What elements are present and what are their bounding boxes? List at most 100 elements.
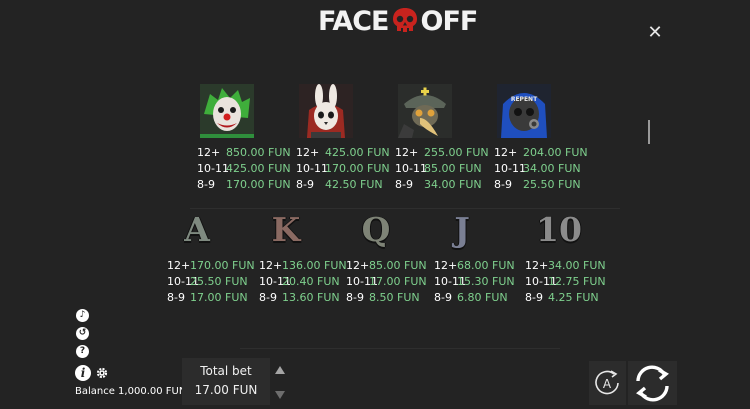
payout-value: 17.00 FUN: [190, 291, 248, 304]
paytable-row: 8-9 34.00 FUN: [395, 178, 482, 192]
symbol-count: 12+: [494, 146, 518, 159]
spin-icon: [636, 365, 669, 402]
repent-gasmask-symbol-icon: REPENT: [497, 84, 551, 138]
symbol-count: 10-11: [494, 162, 526, 175]
payout-value: 68.00 FUN: [457, 259, 515, 272]
paytable-row: 12+ 255.00 FUN: [395, 146, 489, 160]
autoplay-button[interactable]: A: [589, 361, 626, 405]
paytable-row: 8-9 13.60 FUN: [259, 291, 340, 305]
paytable-row: 10-11 170.00 FUN: [296, 162, 390, 176]
paytable-row: 8-9 4.25 FUN: [525, 291, 599, 305]
payout-value: 25.50 FUN: [523, 178, 581, 191]
paytable-row: 10-11 20.40 FUN: [259, 275, 340, 289]
letter-j-symbol: J: [454, 210, 470, 249]
letter-k-symbol: K: [271, 210, 301, 249]
payout-value: 6.80 FUN: [457, 291, 508, 304]
payout-value: 12.75 FUN: [548, 275, 606, 288]
paytable-row: 10-11 34.00 FUN: [494, 162, 581, 176]
close-icon[interactable]: ✕: [647, 24, 663, 42]
paytable-row: 8-9 8.50 FUN: [346, 291, 420, 305]
divider: [190, 208, 620, 209]
logo-text-right: OFF: [420, 5, 479, 37]
symbol-count: 10-11: [296, 162, 328, 175]
paytable-row: 10-11 85.00 FUN: [395, 162, 482, 176]
info-icon[interactable]: i: [75, 365, 91, 381]
plague-doctor-symbol-icon: [398, 84, 452, 138]
payout-value: 204.00 FUN: [523, 146, 588, 159]
payout-value: 20.40 FUN: [282, 275, 340, 288]
payout-value: 13.60 FUN: [282, 291, 340, 304]
help-icon[interactable]: ?: [76, 345, 89, 358]
total-bet-panel: Total bet 17.00 FUN: [182, 358, 270, 405]
paytable-row: 12+ 68.00 FUN: [434, 259, 515, 273]
letter-q-symbol: Q: [361, 210, 391, 249]
paytable-row: 12+ 170.00 FUN: [167, 259, 255, 273]
payout-value: 8.50 FUN: [369, 291, 420, 304]
symbol-count: 8-9: [167, 291, 185, 304]
total-bet-value: 17.00 FUN: [194, 383, 258, 397]
symbol-count: 8-9: [494, 178, 512, 191]
payout-value: 170.00 FUN: [325, 162, 390, 175]
paytable-row: 12+ 136.00 FUN: [259, 259, 347, 273]
payout-value: 34.00 FUN: [523, 162, 581, 175]
gear-icon[interactable]: [96, 367, 108, 379]
scrollbar-thumb[interactable]: [648, 120, 650, 144]
symbol-count: 12+: [296, 146, 320, 159]
paytable-row: 12+ 850.00 FUN: [197, 146, 291, 160]
paytable-row: 10-11 425.00 FUN: [197, 162, 291, 176]
payout-value: 34.00 FUN: [548, 259, 606, 272]
paytable-row: 10-11 17.00 FUN: [346, 275, 427, 289]
payout-value: 425.00 FUN: [226, 162, 291, 175]
paytable-row: 12+ 85.00 FUN: [346, 259, 427, 273]
symbol-count: 8-9: [259, 291, 277, 304]
payout-value: 17.00 FUN: [369, 275, 427, 288]
payout-value: 850.00 FUN: [226, 146, 291, 159]
total-bet-label: Total bet: [200, 364, 252, 378]
logo-text-left: FACE: [318, 5, 390, 37]
symbol-count: 8-9: [525, 291, 543, 304]
symbol-count: 8-9: [434, 291, 452, 304]
repent-mask-text: REPENT: [511, 96, 538, 103]
symbol-count: 12+: [525, 259, 549, 272]
autoplay-icon: A: [595, 370, 619, 395]
symbol-count: 8-9: [395, 178, 413, 191]
payout-value: 42.50 FUN: [325, 178, 383, 191]
symbol-count: 12+: [346, 259, 370, 272]
rabbit-mask-symbol-icon: [299, 84, 353, 138]
symbol-count: 12+: [167, 259, 191, 272]
bet-decrease-icon[interactable]: [275, 391, 285, 399]
payout-value: 25.50 FUN: [190, 275, 248, 288]
history-icon[interactable]: ↺: [76, 327, 89, 340]
payout-value: 85.00 FUN: [369, 259, 427, 272]
payout-value: 170.00 FUN: [190, 259, 255, 272]
balance-text: Balance 1,000.00 FUN: [75, 386, 187, 397]
symbol-count: 12+: [259, 259, 283, 272]
sound-off-icon[interactable]: ♪: [76, 309, 89, 322]
paytable-row: 8-9 25.50 FUN: [494, 178, 581, 192]
paytable-row: 10-11 15.30 FUN: [434, 275, 515, 289]
symbol-count: 8-9: [197, 178, 215, 191]
payout-value: 4.25 FUN: [548, 291, 599, 304]
symbol-count: 12+: [434, 259, 458, 272]
skull-logo-icon: [392, 8, 417, 32]
symbol-count: 12+: [197, 146, 221, 159]
divider: [240, 348, 560, 349]
game-logo: FACE OFF: [318, 4, 479, 38]
paytable-row: 8-9 17.00 FUN: [167, 291, 248, 305]
paytable-row: 12+ 425.00 FUN: [296, 146, 390, 160]
bet-increase-icon[interactable]: [275, 366, 285, 374]
paytable-row: 10-11 12.75 FUN: [525, 275, 606, 289]
payout-value: 136.00 FUN: [282, 259, 347, 272]
clown-symbol-icon: [200, 84, 254, 138]
symbol-count: 8-9: [346, 291, 364, 304]
letter-a-symbol: A: [184, 210, 210, 249]
symbol-count: 12+: [395, 146, 419, 159]
paytable-row: 12+ 34.00 FUN: [525, 259, 606, 273]
payout-value: 170.00 FUN: [226, 178, 291, 191]
paytable-row: 8-9 170.00 FUN: [197, 178, 291, 192]
payout-value: 85.00 FUN: [424, 162, 482, 175]
paytable-row: 10-11 25.50 FUN: [167, 275, 248, 289]
symbol-count: 10-11: [197, 162, 229, 175]
spin-button[interactable]: [628, 361, 677, 405]
autoplay-label: A: [603, 377, 612, 391]
